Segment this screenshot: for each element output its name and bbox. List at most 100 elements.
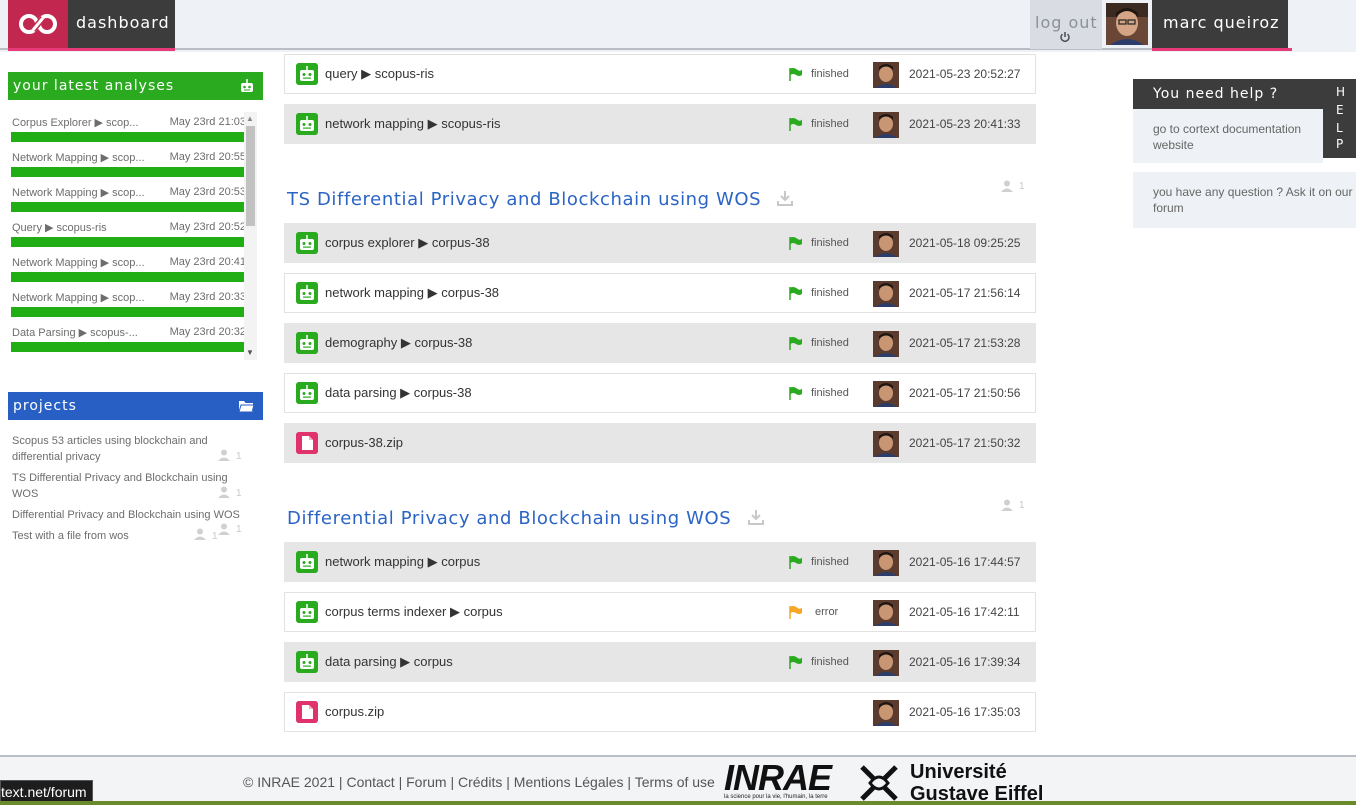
- analysis-timestamp: 2021-05-16 17:44:57: [909, 555, 1021, 569]
- project-item[interactable]: TS Differential Privacy and Blockchain u…: [12, 470, 234, 502]
- footer-link-credits[interactable]: Crédits: [458, 774, 502, 790]
- scroll-up-icon[interactable]: ▲: [246, 114, 254, 123]
- author-avatar: [873, 381, 899, 407]
- analysis-row-label[interactable]: corpus terms indexer ▶ corpus: [325, 604, 503, 620]
- scroll-down-icon[interactable]: ▼: [246, 348, 254, 357]
- analysis-date: May 23rd 20:53: [169, 186, 246, 198]
- help-tab-letter: L: [1336, 121, 1343, 135]
- orange-flag-icon: [789, 605, 802, 619]
- latest-analyses-title: your latest analyses: [13, 78, 175, 94]
- project-item[interactable]: Differential Privacy and Blockchain usin…: [12, 507, 244, 523]
- infinity-logo-icon: [19, 14, 57, 34]
- user-menu[interactable]: marc queiroz: [1152, 0, 1288, 49]
- analysis-status: finished: [811, 337, 849, 349]
- project-member-count: 1: [1019, 500, 1025, 511]
- user-icon: [1001, 499, 1013, 511]
- help-tab-letter: H: [1336, 85, 1346, 99]
- user-name: marc queiroz: [1163, 13, 1280, 32]
- file-row[interactable]: corpus-38.zip 2021-05-17 21:50:32: [284, 423, 1036, 463]
- user-icon: [194, 528, 206, 540]
- analysis-name: Data Parsing ▶ scopus-...: [12, 327, 138, 339]
- project-member-count: 1: [236, 488, 242, 499]
- analysis-row[interactable]: corpus terms indexer ▶ corpus error 2021…: [284, 592, 1036, 632]
- analysis-row[interactable]: data parsing ▶ corpus finished 2021-05-1…: [284, 642, 1036, 682]
- analysis-timestamp: 2021-05-17 21:56:14: [909, 286, 1021, 300]
- power-icon: [1060, 32, 1070, 43]
- logout-button[interactable]: log out: [1030, 0, 1102, 49]
- download-icon[interactable]: [747, 508, 765, 526]
- projects-title: projects: [13, 398, 77, 414]
- analysis-status: finished: [811, 237, 849, 249]
- analysis-item[interactable]: Corpus Explorer ▶ scop... May 23rd 21:03: [8, 110, 246, 145]
- analysis-item[interactable]: Network Mapping ▶ scop... May 23rd 20:41: [8, 250, 246, 285]
- analysis-row-label[interactable]: data parsing ▶ corpus-38: [325, 385, 472, 401]
- download-icon[interactable]: [776, 189, 794, 207]
- author-avatar: [873, 62, 899, 88]
- analysis-row[interactable]: corpus explorer ▶ corpus-38 finished 202…: [284, 223, 1036, 263]
- help-tab-letter: E: [1336, 103, 1344, 117]
- analysis-date: May 23rd 20:33: [169, 291, 246, 303]
- project-title[interactable]: TS Differential Privacy and Blockchain u…: [287, 189, 761, 210]
- analysis-item[interactable]: Query ▶ scopus-ris May 23rd 20:52: [8, 215, 246, 250]
- analysis-item[interactable]: Data Parsing ▶ scopus-... May 23rd 20:32: [8, 320, 246, 355]
- project-item[interactable]: Scopus 53 articles using blockchain and …: [12, 433, 244, 465]
- file-row[interactable]: corpus.zip 2021-05-16 17:35:03: [284, 692, 1036, 732]
- latest-analyses-list[interactable]: Corpus Explorer ▶ scop... May 23rd 21:03…: [8, 110, 258, 360]
- user-icon: [218, 486, 230, 498]
- analysis-row-label[interactable]: network mapping ▶ scopus-ris: [325, 116, 500, 132]
- user-avatar[interactable]: [1106, 3, 1148, 45]
- latest-analyses-header: your latest analyses: [8, 72, 263, 100]
- robot-icon: [296, 63, 318, 85]
- project-member-count: 1: [212, 531, 218, 542]
- project-item[interactable]: Test with a file from wos: [12, 528, 192, 544]
- footer-link-contact[interactable]: Contact: [346, 774, 394, 790]
- analysis-item[interactable]: Network Mapping ▶ scop... May 23rd 20:33: [8, 285, 246, 320]
- file-row-label[interactable]: corpus.zip: [325, 704, 384, 719]
- analysis-timestamp: 2021-05-23 20:52:27: [909, 67, 1021, 81]
- analysis-row-label[interactable]: corpus explorer ▶ corpus-38: [325, 235, 490, 251]
- analysis-row-label[interactable]: data parsing ▶ corpus: [325, 654, 453, 670]
- dashboard-label: dashboard: [76, 13, 170, 32]
- analysis-row-label[interactable]: network mapping ▶ corpus-38: [325, 285, 499, 301]
- author-avatar: [873, 112, 899, 138]
- analysis-row-label[interactable]: query ▶ scopus-ris: [325, 66, 434, 82]
- help-tab[interactable]: H E L P: [1323, 79, 1356, 158]
- analysis-item[interactable]: Network Mapping ▶ scop... May 23rd 20:55: [8, 145, 246, 180]
- project-member-count: 1: [1019, 181, 1025, 192]
- file-row-label[interactable]: corpus-38.zip: [325, 435, 403, 450]
- footer-link-terms[interactable]: Terms of use: [635, 774, 715, 790]
- analysis-name: Query ▶ scopus-ris: [12, 222, 107, 234]
- cortext-logo[interactable]: [8, 0, 68, 49]
- user-icon: [218, 523, 230, 535]
- analysis-status: finished: [811, 656, 849, 668]
- analysis-row[interactable]: demography ▶ corpus-38 finished 2021-05-…: [284, 323, 1036, 363]
- analysis-row[interactable]: network mapping ▶ corpus-38 finished 202…: [284, 273, 1036, 313]
- analysis-row-label[interactable]: demography ▶ corpus-38: [325, 335, 472, 351]
- analysis-row[interactable]: query ▶ scopus-ris finished 2021-05-23 2…: [284, 54, 1036, 94]
- analysis-date: May 23rd 20:41: [169, 256, 246, 268]
- footer-link-forum[interactable]: Forum: [406, 774, 446, 790]
- inrae-logo[interactable]: INRAE la science pour la vie, l'humain, …: [724, 760, 832, 801]
- scrollbar-thumb[interactable]: [246, 126, 255, 226]
- author-avatar: [873, 281, 899, 307]
- analysis-row[interactable]: network mapping ▶ scopus-ris finished 20…: [284, 104, 1036, 144]
- analysis-row-label[interactable]: network mapping ▶ corpus: [325, 554, 480, 570]
- project-title[interactable]: Differential Privacy and Blockchain usin…: [287, 508, 731, 529]
- forum-link-text: you have any question ? Ask it on our fo…: [1153, 185, 1353, 215]
- status-bar-url: text.net/forum: [0, 780, 93, 802]
- project-name: TS Differential Privacy and Blockchain u…: [12, 472, 228, 500]
- user-icon: [218, 449, 230, 461]
- file-timestamp: 2021-05-16 17:35:03: [909, 705, 1021, 719]
- analysis-timestamp: 2021-05-17 21:50:56: [909, 386, 1021, 400]
- analysis-timestamp: 2021-05-18 09:25:25: [909, 236, 1021, 250]
- documentation-link[interactable]: go to cortext documentation website: [1133, 109, 1323, 163]
- forum-link[interactable]: you have any question ? Ask it on our fo…: [1133, 172, 1356, 228]
- footer-link-legal[interactable]: Mentions Légales: [514, 774, 624, 790]
- analysis-row[interactable]: data parsing ▶ corpus-38 finished 2021-0…: [284, 373, 1036, 413]
- analysis-timestamp: 2021-05-16 17:42:11: [909, 605, 1020, 619]
- latest-analyses-scrollbar[interactable]: ▲ ▼: [244, 112, 257, 360]
- analysis-row[interactable]: network mapping ▶ corpus finished 2021-0…: [284, 542, 1036, 582]
- projects-header: projects: [8, 392, 263, 420]
- analysis-item[interactable]: Network Mapping ▶ scop... May 23rd 20:53: [8, 180, 246, 215]
- dashboard-link[interactable]: dashboard: [68, 0, 175, 49]
